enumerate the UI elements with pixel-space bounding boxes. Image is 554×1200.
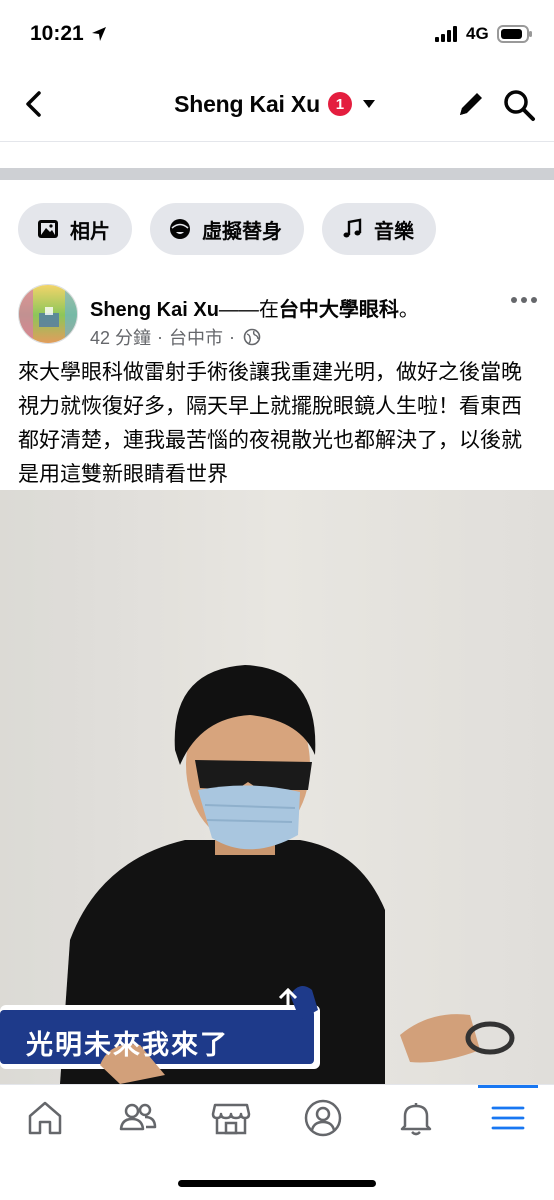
- more-options-icon[interactable]: [508, 286, 540, 314]
- post-period: 。: [398, 299, 419, 321]
- battery-icon: [497, 25, 532, 43]
- status-bar: 10:21 4G: [0, 0, 554, 66]
- music-note-icon: [343, 218, 362, 238]
- home-indicator[interactable]: [178, 1180, 376, 1187]
- music-chip[interactable]: 音樂: [322, 203, 436, 255]
- active-tab-indicator: [478, 1085, 538, 1088]
- post-author-line: Sheng Kai Xu——在台中大學眼科。: [90, 293, 419, 322]
- sign-text: 光明未來我來了: [26, 1030, 229, 1061]
- photo-image: [0, 490, 554, 1084]
- profile-icon: [304, 1099, 342, 1137]
- marketplace-icon: [211, 1103, 251, 1135]
- meta-dot: ·: [157, 326, 164, 347]
- tab-notifications[interactable]: [393, 1095, 439, 1141]
- post-body: 來大學眼科做雷射手術後讓我重建光明，做好之後當晚視力就恢復好多，隔天早上就擺脫眼…: [18, 360, 522, 486]
- photo-chip-label: 相片: [70, 220, 110, 243]
- avatar-image: [19, 285, 77, 343]
- post-place[interactable]: 台中大學眼科: [279, 299, 399, 321]
- tab-menu[interactable]: [485, 1095, 531, 1141]
- cellular-signal-icon: [435, 26, 457, 42]
- tab-marketplace[interactable]: [208, 1095, 254, 1141]
- pencil-edit-icon[interactable]: [455, 88, 487, 120]
- avatar-chip-label: 虛擬替身: [202, 220, 282, 243]
- avatar-face-icon: [170, 219, 190, 239]
- section-separator: [0, 168, 554, 180]
- post-author-name[interactable]: Sheng Kai Xu: [90, 299, 219, 321]
- profile-switcher[interactable]: Sheng Kai Xu 1: [150, 86, 400, 122]
- notification-badge: 1: [327, 92, 352, 116]
- photo-icon: [38, 220, 58, 238]
- profile-header: Sheng Kai Xu 1: [0, 66, 554, 142]
- meta-dot: ·: [229, 326, 236, 347]
- home-icon: [28, 1101, 62, 1135]
- network-type: 4G: [466, 24, 489, 43]
- photo-chip[interactable]: 相片: [18, 203, 132, 255]
- avatar-chip[interactable]: 虛擬替身: [150, 203, 304, 255]
- menu-icon: [491, 1106, 525, 1130]
- tab-profile[interactable]: [300, 1095, 346, 1141]
- composer-shortcuts: 相片 虛擬替身 音樂: [18, 203, 436, 255]
- post-meta: 42 分鐘 · 台中市 ·: [90, 324, 261, 350]
- post-time[interactable]: 42 分鐘: [90, 324, 151, 350]
- search-icon[interactable]: [502, 88, 536, 122]
- tab-home[interactable]: [22, 1095, 68, 1141]
- chevron-down-icon: [362, 100, 375, 108]
- back-arrow-icon[interactable]: [18, 88, 50, 120]
- globe-icon: [243, 328, 261, 346]
- friends-icon: [119, 1103, 157, 1131]
- status-time: 10:21: [30, 22, 84, 45]
- notifications-bell-icon: [400, 1103, 432, 1136]
- post-photo[interactable]: 光明未來我來了: [0, 490, 554, 1084]
- location-arrow-icon: [92, 27, 106, 41]
- post-location[interactable]: 台中市: [169, 324, 223, 350]
- author-avatar[interactable]: [18, 284, 78, 344]
- tab-friends[interactable]: [115, 1095, 161, 1141]
- music-chip-label: 音樂: [374, 220, 414, 243]
- post-connector: ——在: [218, 299, 279, 321]
- page-title: Sheng Kai Xu: [174, 90, 320, 117]
